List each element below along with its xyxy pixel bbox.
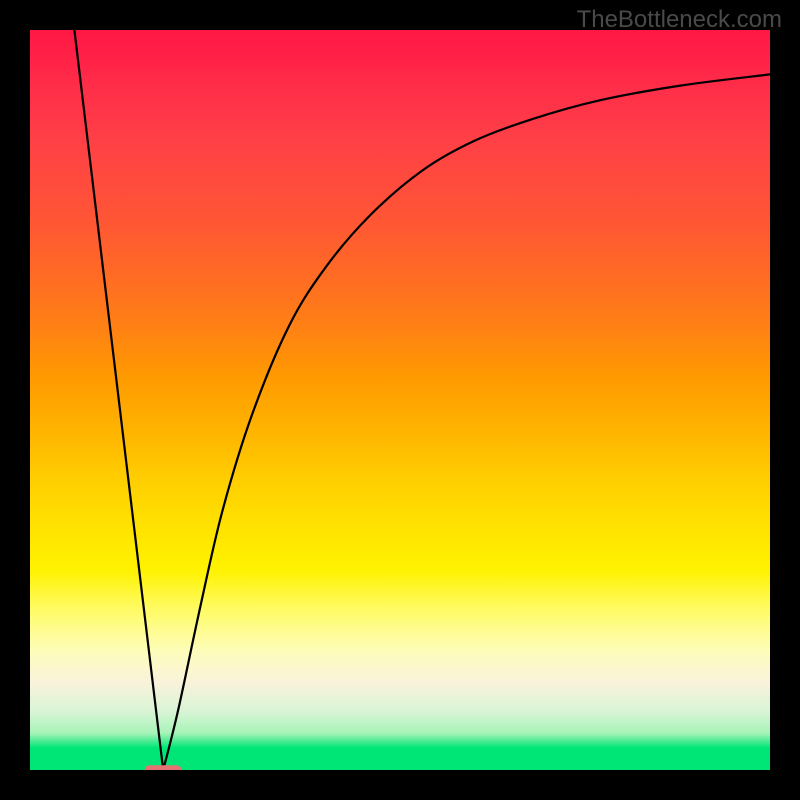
plot-area: [30, 30, 770, 770]
curves-svg: [30, 30, 770, 770]
optimum-marker: [145, 765, 182, 770]
left-curve: [74, 30, 163, 770]
right-curve: [163, 74, 770, 770]
watermark-text: TheBottleneck.com: [577, 6, 782, 34]
